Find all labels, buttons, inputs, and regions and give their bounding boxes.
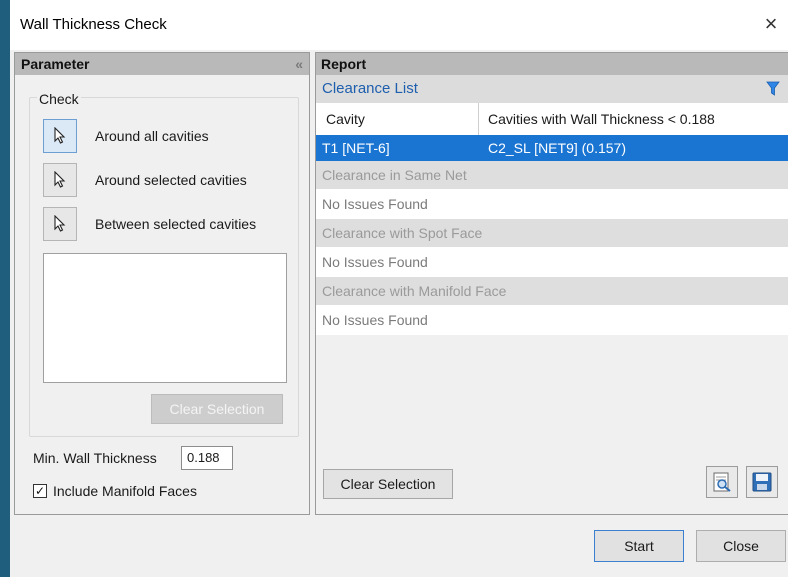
report-header: Report bbox=[316, 53, 788, 75]
preview-report-button[interactable] bbox=[706, 466, 738, 498]
wall-thickness-dialog: Wall Thickness Check × Parameter « Check… bbox=[10, 0, 788, 577]
save-icon bbox=[752, 472, 772, 492]
save-report-button[interactable] bbox=[746, 466, 778, 498]
start-button[interactable]: Start bbox=[594, 530, 684, 562]
clear-selection-button[interactable]: Clear Selection bbox=[323, 469, 453, 499]
table-row-selected[interactable]: T1 [NET-6] C2_SL [NET9] (0.157) bbox=[316, 135, 788, 161]
between-selected-cavities-button[interactable] bbox=[43, 207, 77, 241]
selected-cavities-list[interactable] bbox=[43, 253, 287, 383]
clearance-list-label: Clearance List bbox=[322, 80, 418, 97]
filter-icon[interactable] bbox=[766, 81, 780, 97]
around-all-cavities-label: Around all cavities bbox=[95, 128, 209, 144]
section-result-manifold-face: No Issues Found bbox=[316, 305, 788, 335]
wall-thickness-cell: C2_SL [NET9] (0.157) bbox=[488, 140, 626, 156]
parameter-header: Parameter « bbox=[15, 53, 309, 75]
around-selected-cavities-label: Around selected cavities bbox=[95, 172, 247, 188]
around-selected-cavities-button[interactable] bbox=[43, 163, 77, 197]
column-header-row: Cavity Cavities with Wall Thickness < 0.… bbox=[316, 103, 788, 135]
report-panel: Report Clearance List Cavity Cavities wi… bbox=[315, 52, 788, 515]
cursor-icon bbox=[54, 171, 66, 188]
close-icon[interactable]: × bbox=[758, 10, 784, 38]
around-all-cavities-button[interactable] bbox=[43, 119, 77, 153]
min-wall-thickness-input[interactable]: 0.188 bbox=[181, 446, 233, 470]
section-result-spot-face: No Issues Found bbox=[316, 247, 788, 277]
cursor-icon bbox=[54, 215, 66, 232]
title-bar: Wall Thickness Check × bbox=[10, 0, 788, 50]
window-title: Wall Thickness Check bbox=[20, 16, 167, 33]
include-manifold-faces-label[interactable]: Include Manifold Faces bbox=[53, 483, 197, 499]
parameter-header-label: Parameter bbox=[21, 56, 90, 72]
include-manifold-faces-checkbox[interactable]: ✓ bbox=[33, 484, 47, 498]
clear-selection-button-disabled: Clear Selection bbox=[151, 394, 283, 424]
cursor-icon bbox=[54, 127, 66, 144]
section-result-same-net: No Issues Found bbox=[316, 189, 788, 219]
column-divider bbox=[478, 103, 479, 135]
section-header-manifold-face[interactable]: Clearance with Manifold Face bbox=[316, 277, 788, 305]
min-wall-thickness-label: Min. Wall Thickness bbox=[33, 450, 157, 466]
check-group-legend: Check bbox=[37, 91, 81, 107]
close-button[interactable]: Close bbox=[696, 530, 786, 562]
column-header-cavity[interactable]: Cavity bbox=[326, 103, 365, 135]
cavity-cell: T1 [NET-6] bbox=[322, 140, 390, 156]
section-header-spot-face[interactable]: Clearance with Spot Face bbox=[316, 219, 788, 247]
column-header-cavities-wall-thickness[interactable]: Cavities with Wall Thickness < 0.188 bbox=[488, 103, 715, 135]
section-header-same-net[interactable]: Clearance in Same Net bbox=[316, 161, 788, 189]
clearance-list-header: Clearance List bbox=[316, 75, 788, 103]
report-preview-icon bbox=[713, 472, 731, 492]
collapse-icon[interactable]: « bbox=[295, 53, 303, 75]
parameter-panel: Parameter « Check Around all cavities Ar… bbox=[14, 52, 310, 515]
between-selected-cavities-label: Between selected cavities bbox=[95, 216, 257, 232]
